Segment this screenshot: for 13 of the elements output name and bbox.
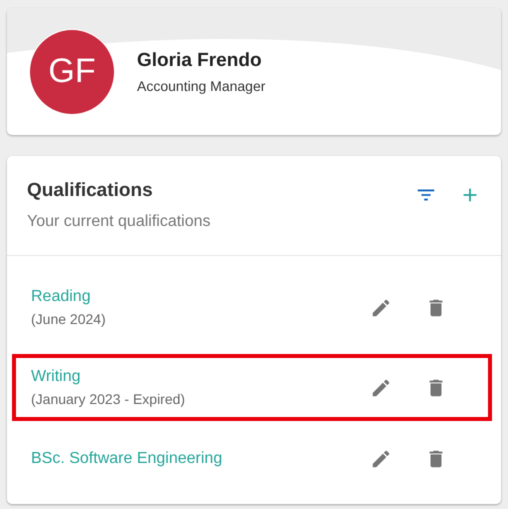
edit-icon[interactable] bbox=[370, 376, 392, 398]
profile-name: Gloria Frendo bbox=[137, 50, 263, 72]
qualification-link[interactable]: Reading bbox=[31, 288, 370, 306]
qualification-date: (June 2024) bbox=[31, 311, 107, 327]
avatar: GF bbox=[29, 28, 115, 114]
qualification-link[interactable]: BSc. Software Engineering bbox=[31, 450, 370, 468]
profile-role: Accounting Manager bbox=[137, 78, 266, 94]
card-subtitle: Your current qualifications bbox=[27, 213, 211, 231]
edit-icon[interactable] bbox=[370, 296, 392, 318]
qualification-date: (January 2023 - Expired) bbox=[31, 391, 186, 407]
edit-icon[interactable] bbox=[370, 448, 392, 470]
card-title: Qualifications bbox=[27, 180, 154, 202]
qualification-link[interactable]: Writing bbox=[31, 368, 370, 386]
